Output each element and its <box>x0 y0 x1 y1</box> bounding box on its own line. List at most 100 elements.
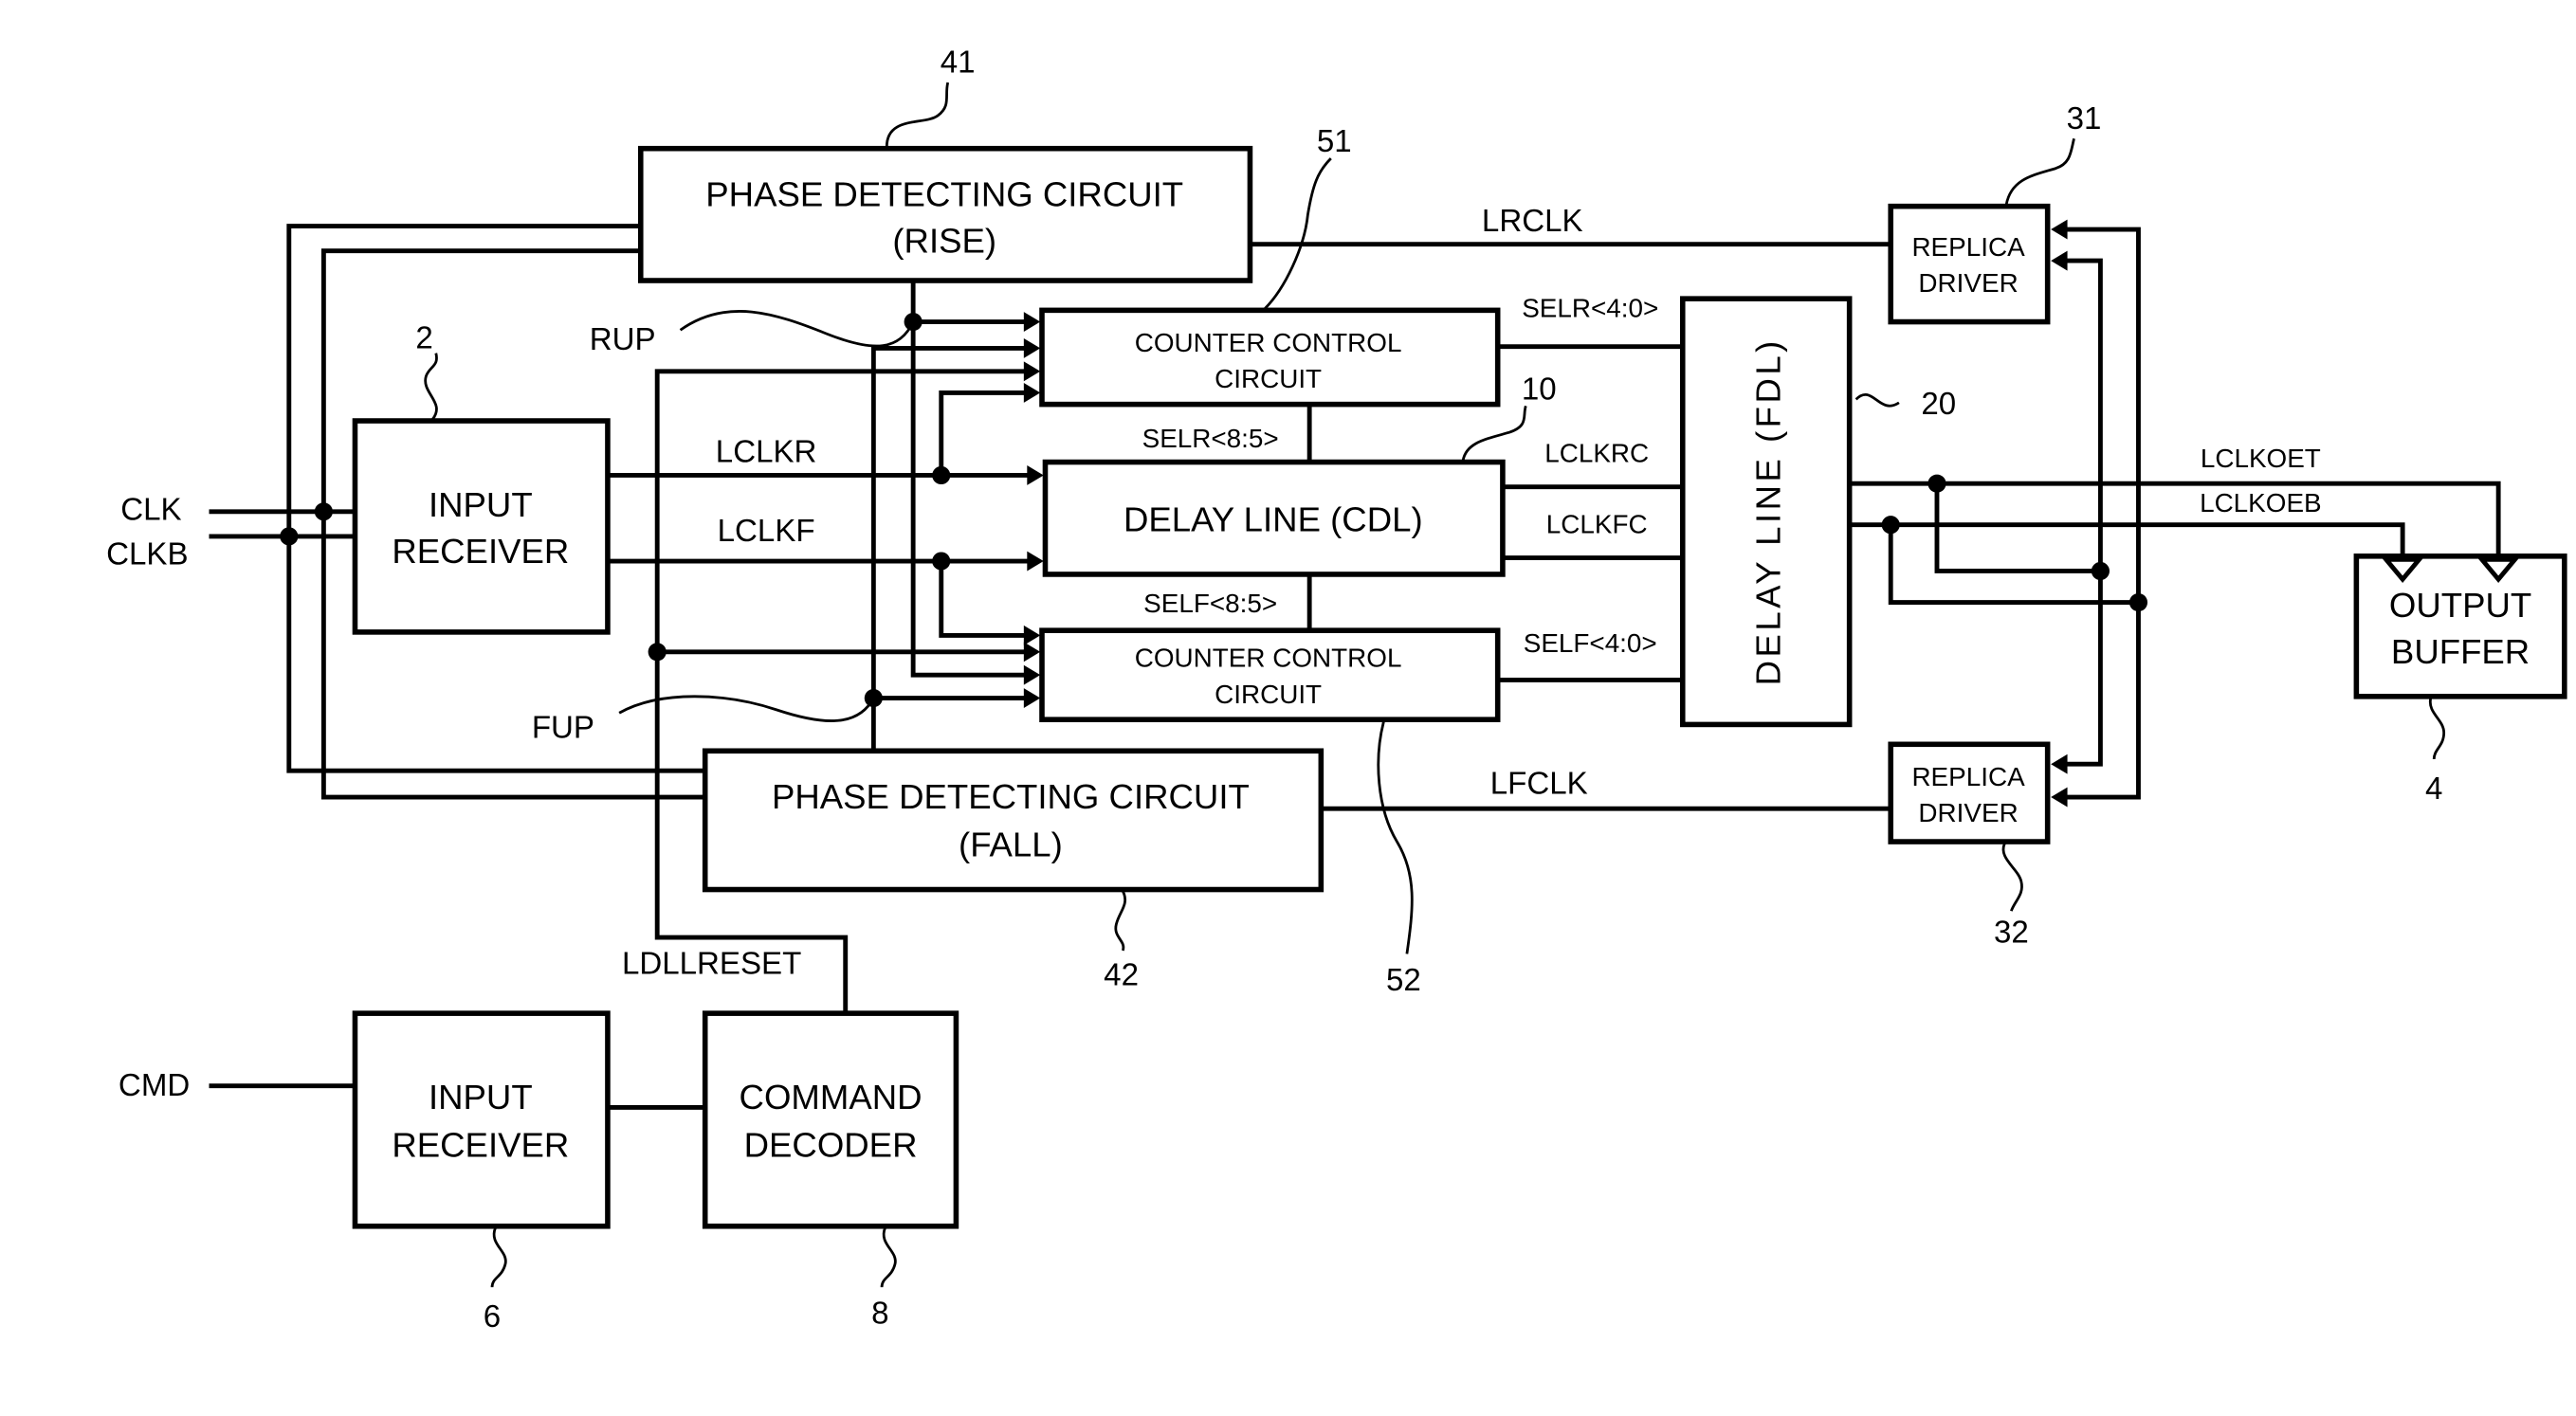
block-label-line2: CIRCUIT <box>1215 680 1322 709</box>
block-label-line2: RECEIVER <box>392 532 569 571</box>
arrow-right-icon <box>1027 551 1044 572</box>
signal-label-self-lo: SELF<4:0> <box>1524 628 1657 658</box>
arrow-right-icon <box>1023 337 1041 358</box>
leader-51 <box>1264 157 1332 310</box>
arrow-right-icon <box>1023 664 1041 685</box>
arrow-left-icon <box>2051 787 2068 808</box>
leader-rup <box>679 310 915 348</box>
block-label-line1: DELAY LINE (FDL) <box>1749 337 1788 685</box>
junction-dot <box>2091 561 2110 581</box>
leader-31 <box>2004 137 2075 206</box>
block-frame <box>352 1010 611 1229</box>
block-label-line1: OUTPUT <box>2389 586 2531 625</box>
block-label-line1: REPLICA <box>1911 232 2025 262</box>
block-label-line2: BUFFER <box>2391 632 2530 671</box>
junction-dot <box>314 502 333 521</box>
ref-numeral: 4 <box>2425 772 2442 807</box>
arrow-left-icon <box>2051 219 2068 240</box>
signal-label-lrclk: LRCLK <box>1482 204 1583 239</box>
block-input-receiver-cmd: INPUT RECEIVER <box>352 1010 611 1229</box>
block-label-line1: COMMAND <box>740 1078 923 1116</box>
block-frame <box>702 748 1325 893</box>
wire-lclkr-branch <box>939 390 1027 478</box>
block-label-line1: COUNTER CONTROL <box>1135 328 1402 357</box>
leader-2 <box>424 353 438 421</box>
signal-label-lclkr: LCLKR <box>716 435 817 470</box>
block-label-line2: DRIVER <box>1918 798 2018 827</box>
signal-label-lclkoeb: LCLKOEB <box>2200 488 2322 517</box>
ref-numeral: 32 <box>1994 915 2029 950</box>
block-frame <box>702 1010 959 1229</box>
block-replica-driver-fall: REPLICA DRIVER <box>1888 741 2051 844</box>
block-frame <box>637 145 1253 283</box>
ref-numeral: 20 <box>1921 387 1956 422</box>
signal-label-lclkoet: LCLKOET <box>2201 444 2321 473</box>
leader-52 <box>1377 720 1414 954</box>
signal-label-selr-lo: SELR<4:0> <box>1522 293 1658 322</box>
wire-lclkf-branch <box>939 558 1027 638</box>
ref-numeral: 41 <box>941 45 976 81</box>
signal-label-lclkrc: LCLKRC <box>1544 439 1649 468</box>
wire-replica-bus-a <box>2061 258 2103 767</box>
junction-dot <box>280 527 299 546</box>
block-label-line1: REPLICA <box>1911 762 2025 791</box>
wire-fup <box>870 345 1027 753</box>
ref-numeral: 52 <box>1386 963 1421 998</box>
signal-label-clkb: CLKB <box>106 537 188 572</box>
block-label-line1: PHASE DETECTING CIRCUIT <box>772 777 1250 816</box>
block-frame <box>2353 554 2567 699</box>
block-label-line2: CIRCUIT <box>1215 364 1322 393</box>
block-label-line1: COUNTER CONTROL <box>1135 643 1402 672</box>
signal-label-cmd: CMD <box>119 1068 190 1103</box>
junction-dot <box>932 552 951 571</box>
junction-dot <box>1881 516 1900 535</box>
wire-lclkoet-fb <box>1934 481 2103 573</box>
block-label-line2: (RISE) <box>892 221 996 260</box>
block-input-receiver-clk: INPUT RECEIVER <box>352 418 611 635</box>
leader-42 <box>1114 890 1127 952</box>
arrow-left-icon <box>2051 250 2068 271</box>
ref-numeral: 42 <box>1104 958 1139 993</box>
ref-numeral: 2 <box>415 320 432 355</box>
signal-label-ldllreset: LDLLRESET <box>622 946 801 981</box>
block-frame <box>1888 203 2051 325</box>
signal-label-lclkfc: LCLKFC <box>1546 509 1648 538</box>
block-phase-detect-rise: PHASE DETECTING CIRCUIT (RISE) <box>637 145 1253 283</box>
block-label-line1: PHASE DETECTING CIRCUIT <box>705 175 1183 214</box>
arrow-right-icon <box>1023 642 1041 663</box>
leader-6 <box>490 1226 507 1288</box>
signal-label-selr-hi: SELR<8:5> <box>1142 424 1279 453</box>
ref-numeral: 6 <box>484 1299 501 1334</box>
ref-numeral: 51 <box>1317 124 1352 159</box>
block-delay-line-fdl: DELAY LINE (FDL) <box>1679 296 1853 728</box>
arrow-right-icon <box>1023 382 1041 403</box>
block-command-decoder: COMMAND DECODER <box>702 1010 959 1229</box>
leader-20 <box>1854 393 1900 408</box>
block-frame <box>352 418 611 635</box>
signal-label-fup: FUP <box>532 710 594 745</box>
arrow-right-icon <box>1023 312 1041 332</box>
wire-rup <box>910 278 1027 678</box>
signal-label-clk: CLK <box>120 492 181 527</box>
block-counter-control-rise: COUNTER CONTROL CIRCUIT <box>1039 307 1501 408</box>
ref-numeral: 31 <box>2067 101 2102 136</box>
block-label-line1: INPUT <box>429 1078 533 1116</box>
signal-label-rup: RUP <box>590 322 656 357</box>
leader-10 <box>1461 405 1527 462</box>
signal-label-lfclk: LFCLK <box>1490 767 1588 802</box>
arrow-right-icon <box>1023 625 1041 645</box>
ref-numeral: 8 <box>871 1296 888 1331</box>
ref-numeral: 10 <box>1522 372 1557 407</box>
block-label-line1: INPUT <box>429 485 533 524</box>
block-delay-line-cdl: DELAY LINE (CDL) <box>1042 459 1506 577</box>
arrow-right-icon <box>1023 361 1041 382</box>
leader-4 <box>2428 698 2446 760</box>
arrow-right-icon <box>1027 465 1044 485</box>
block-replica-driver-rise: REPLICA DRIVER <box>1888 203 2051 325</box>
wire-lclkoeb <box>1847 522 2405 559</box>
junction-dot <box>1927 474 1946 493</box>
leader-32 <box>2001 843 2023 912</box>
block-label-line2: RECEIVER <box>392 1126 569 1165</box>
signal-label-lclkf: LCLKF <box>718 514 815 549</box>
leader-41 <box>885 82 950 148</box>
